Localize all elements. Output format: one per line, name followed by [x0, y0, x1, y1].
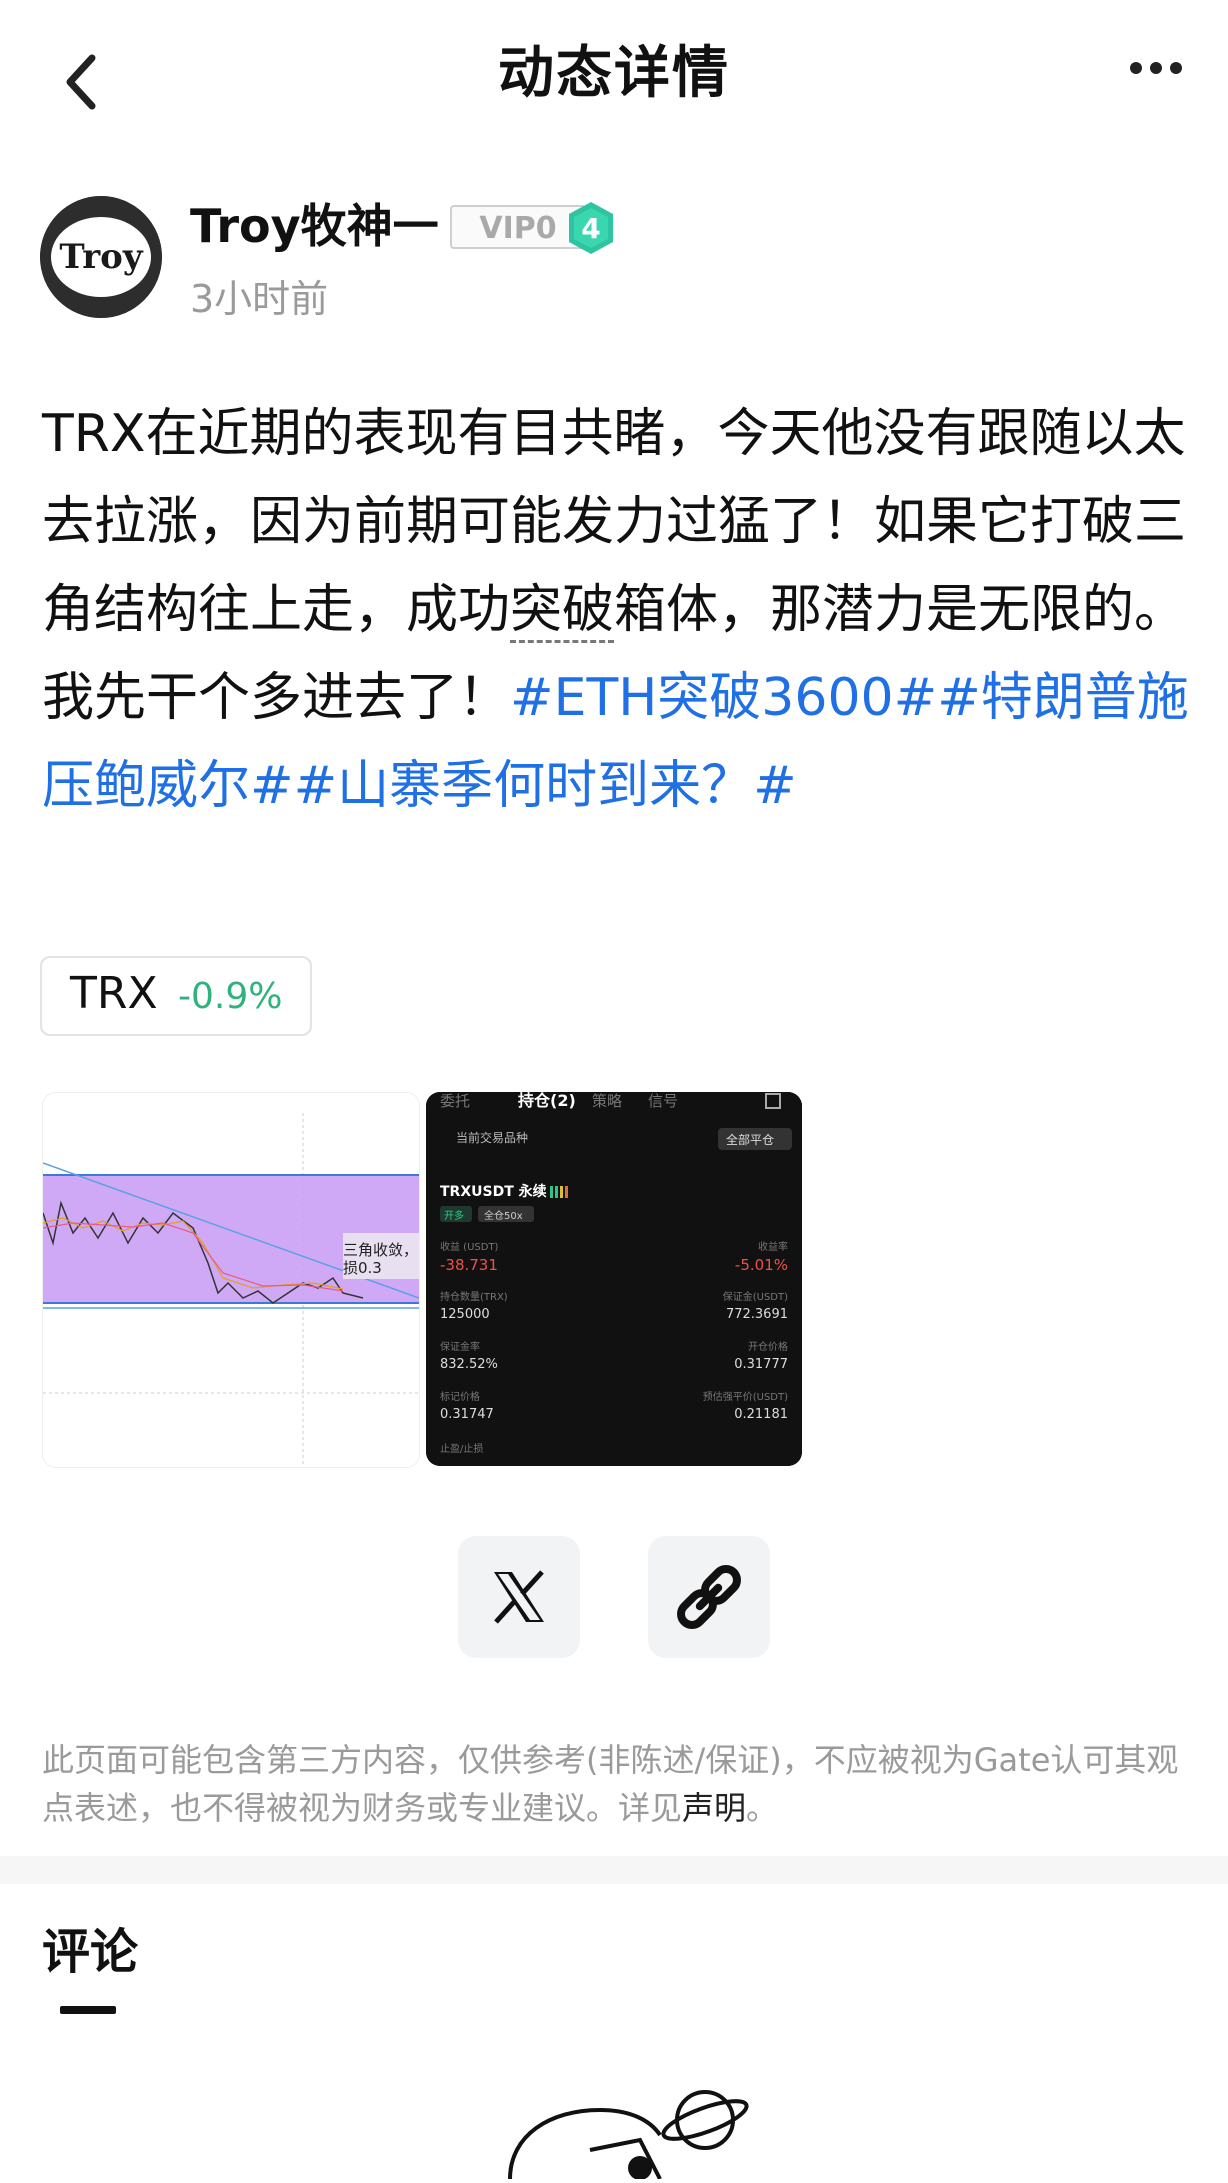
- position-screenshot: 委托 持仓(2) 策略 信号 当前交易品种 全部平仓 TRXUSDT 永续 开多…: [426, 1092, 802, 1466]
- avatar-logo-icon: Troy: [40, 196, 162, 318]
- post-image-position[interactable]: 委托 持仓(2) 策略 信号 当前交易品种 全部平仓 TRXUSDT 永续 开多…: [426, 1092, 802, 1466]
- svg-text:策略: 策略: [592, 1092, 622, 1110]
- post-time: 3小时前: [190, 277, 329, 321]
- svg-text:772.3691: 772.3691: [726, 1307, 788, 1322]
- svg-text:0.31777: 0.31777: [734, 1357, 788, 1372]
- copy-link-button[interactable]: [648, 1536, 770, 1658]
- astronaut-planet-icon: [508, 2090, 749, 2180]
- coin-chip[interactable]: TRX -0.9%: [40, 956, 312, 1036]
- svg-text:三角收敛，: 三角收敛，: [343, 1241, 418, 1259]
- post-content: TRX在近期的表现有目共睹，今天他没有跟随以太去拉涨，因为前期可能发力过猛了！如…: [42, 390, 1202, 830]
- svg-text:832.52%: 832.52%: [440, 1357, 498, 1372]
- disclaimer-text: 此页面可能包含第三方内容，仅供参考(非陈述/保证)，不应被视为Gate认可其观点…: [42, 1741, 1179, 1827]
- post-text-dotted[interactable]: 突破: [510, 580, 615, 643]
- svg-text:保证金(USDT): 保证金(USDT): [723, 1290, 788, 1303]
- svg-text:-38.731: -38.731: [440, 1256, 498, 1274]
- link-icon: [677, 1565, 741, 1629]
- svg-text:开多: 开多: [444, 1209, 464, 1222]
- svg-text:全部平仓: 全部平仓: [726, 1132, 774, 1147]
- svg-text:-5.01%: -5.01%: [735, 1256, 788, 1274]
- svg-text:持仓数量(TRX): 持仓数量(TRX): [440, 1290, 508, 1303]
- level-hexagon-icon: 4: [569, 202, 613, 254]
- svg-text:保证金率: 保证金率: [440, 1340, 480, 1353]
- svg-text:全仓50x: 全仓50x: [484, 1209, 523, 1222]
- tab-underline: [60, 2006, 116, 2014]
- level-badge: 4: [566, 200, 616, 256]
- svg-text:125000: 125000: [440, 1307, 490, 1322]
- disclaimer: 此页面可能包含第三方内容，仅供参考(非陈述/保证)，不应被视为Gate认可其观点…: [42, 1736, 1192, 1832]
- svg-text:止盈/止损: 止盈/止损: [440, 1442, 483, 1455]
- svg-text:收益率: 收益率: [758, 1240, 788, 1253]
- coin-change: -0.9%: [178, 976, 283, 1017]
- more-button[interactable]: [1128, 60, 1184, 76]
- share-x-button[interactable]: [458, 1536, 580, 1658]
- section-divider: [0, 1856, 1228, 1884]
- x-logo-icon: [494, 1570, 544, 1624]
- svg-text:收益 (USDT): 收益 (USDT): [440, 1240, 499, 1253]
- svg-text:4: 4: [581, 212, 600, 245]
- more-dots-icon: [1130, 62, 1182, 74]
- svg-text:标记价格: 标记价格: [440, 1390, 480, 1403]
- coin-symbol: TRX: [70, 968, 158, 1019]
- svg-text:预估强平价(USDT): 预估强平价(USDT): [703, 1390, 788, 1403]
- page-title: 动态详情: [498, 41, 730, 106]
- chart-thumbnail: 三角收敛， 损0.3: [43, 1093, 419, 1467]
- svg-text:TRXUSDT 永续: TRXUSDT 永续: [440, 1183, 547, 1200]
- svg-text:Troy: Troy: [59, 237, 143, 277]
- disclaimer-end: 。: [746, 1789, 779, 1827]
- empty-comments-illustration: [490, 2080, 770, 2180]
- comments-tab[interactable]: 评论: [42, 1912, 138, 1982]
- svg-text:损0.3: 损0.3: [343, 1259, 382, 1277]
- svg-text:0.21181: 0.21181: [734, 1407, 788, 1422]
- disclaimer-link[interactable]: 声明: [682, 1789, 746, 1827]
- svg-text:持仓(2): 持仓(2): [518, 1092, 576, 1110]
- author-name[interactable]: Troy牧神一: [190, 196, 439, 256]
- svg-text:信号: 信号: [648, 1092, 678, 1110]
- svg-text:当前交易品种: 当前交易品种: [456, 1130, 528, 1145]
- avatar[interactable]: Troy: [40, 196, 162, 318]
- svg-text:0.31747: 0.31747: [440, 1407, 494, 1422]
- svg-text:开仓价格: 开仓价格: [748, 1340, 788, 1353]
- svg-text:委托: 委托: [440, 1092, 470, 1110]
- post-image-chart[interactable]: 三角收敛， 损0.3: [42, 1092, 420, 1468]
